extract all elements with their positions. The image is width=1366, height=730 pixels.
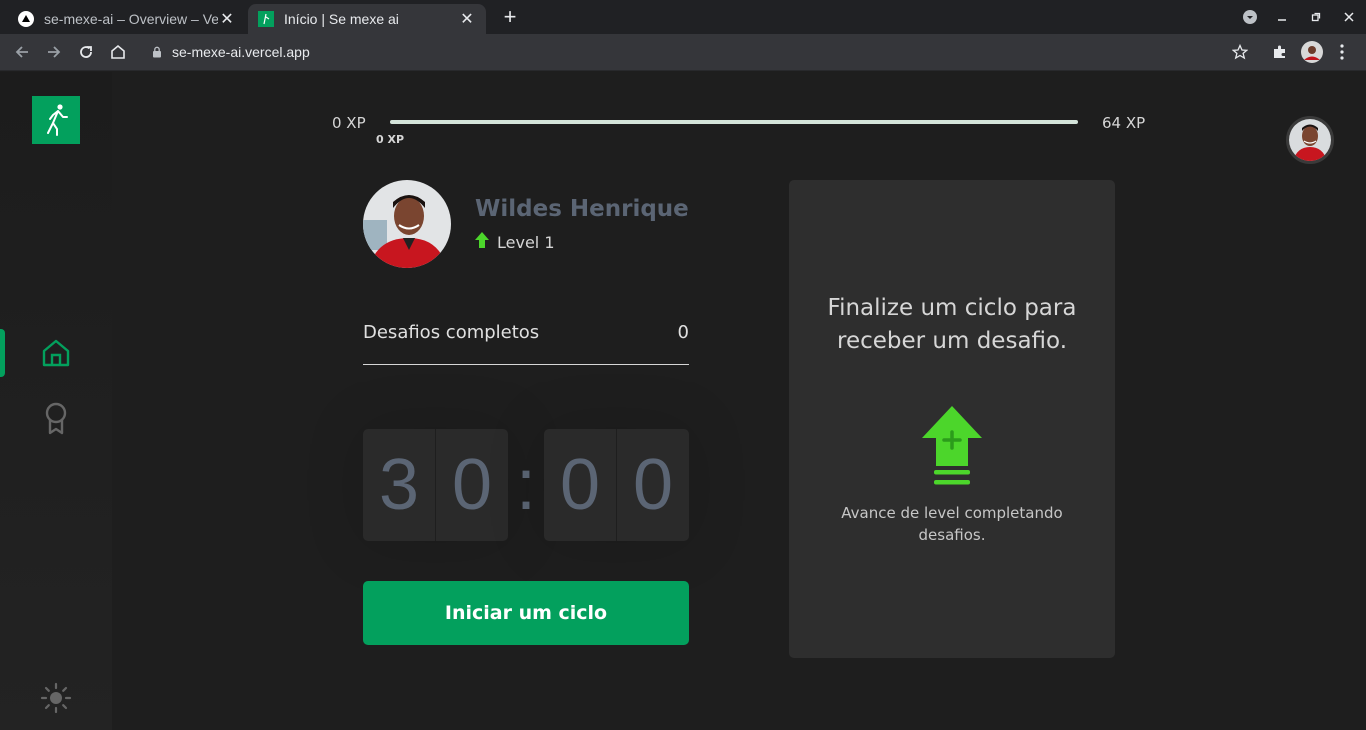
level-up-icon [921, 404, 983, 488]
browser-tab-strip: se-mexe-ai – Overview – Vercel ✕ Início … [0, 0, 1366, 34]
countdown-minutes: 3 0 [363, 429, 508, 541]
completed-challenges-label: Desafios completos [363, 322, 540, 343]
home-browser-icon[interactable] [106, 40, 130, 64]
profile-name: Wildes Henrique [475, 196, 689, 222]
back-arrow-icon[interactable] [10, 40, 34, 64]
address-bar[interactable]: se-mexe-ai.vercel.app [140, 37, 1218, 67]
vercel-triangle-icon [18, 11, 34, 27]
app-logo[interactable] [32, 96, 80, 144]
countdown-digit: 0 [632, 445, 674, 525]
completed-challenges-count: 0 [677, 322, 689, 343]
tab-vercel-overview[interactable]: se-mexe-ai – Overview – Vercel ✕ [8, 4, 246, 34]
extensions-puzzle-icon[interactable] [1268, 40, 1292, 64]
lock-icon [152, 43, 162, 62]
start-cycle-button[interactable]: Iniciar um ciclo [363, 581, 689, 645]
level-label: Level 1 [497, 232, 555, 252]
browser-menu-icon[interactable] [1330, 40, 1354, 64]
countdown-seconds: 0 0 [544, 429, 689, 541]
close-tab-icon[interactable]: ✕ [458, 10, 476, 28]
xp-progress-track [390, 120, 1078, 124]
forward-arrow-icon[interactable] [42, 40, 66, 64]
restore-icon[interactable] [1306, 7, 1326, 27]
challenge-box-title: Finalize um ciclo para receber um desafi… [827, 295, 1077, 354]
reload-icon[interactable] [74, 40, 98, 64]
active-nav-indicator [0, 329, 5, 377]
countdown-timer: 3 0 : 0 0 [363, 429, 689, 541]
bookmark-star-icon[interactable] [1228, 40, 1252, 64]
close-window-icon[interactable] [1339, 7, 1359, 27]
xp-min-label: 0 XP [332, 114, 366, 132]
profile-level: Level 1 [475, 232, 555, 252]
completed-challenges: Desafios completos 0 [363, 322, 689, 365]
tab-title: se-mexe-ai – Overview – Vercel [44, 11, 218, 27]
challenge-box: Finalize um ciclo para receber um desafi… [789, 180, 1115, 658]
app-logo-icon [258, 11, 274, 27]
new-tab-button[interactable]: + [498, 6, 522, 30]
countdown-digit: 0 [544, 429, 617, 541]
experience-bar: 0 XP 0 XP 64 XP [330, 112, 1150, 152]
xp-current-label: 0 XP [376, 133, 405, 146]
countdown-separator: : [515, 445, 536, 525]
tab-search-icon[interactable] [1240, 7, 1260, 27]
minimize-icon[interactable] [1272, 7, 1292, 27]
browser-toolbar: se-mexe-ai.vercel.app [0, 34, 1366, 71]
countdown-digit: 3 [363, 429, 436, 541]
xp-max-label: 64 XP [1102, 114, 1146, 132]
home-icon[interactable] [40, 337, 72, 369]
sidebar [0, 72, 112, 730]
close-tab-icon[interactable]: ✕ [218, 10, 236, 28]
url-text: se-mexe-ai.vercel.app [172, 44, 310, 60]
runner-logo-icon [47, 104, 68, 136]
user-avatar[interactable] [1286, 116, 1334, 164]
award-icon[interactable] [40, 401, 72, 435]
browser-profile-avatar[interactable] [1300, 40, 1324, 64]
app-root: 0 XP 0 XP 64 XP Wildes Henrique Level 1 … [0, 72, 1366, 730]
sun-icon[interactable] [40, 682, 72, 714]
tab-se-mexe-ai[interactable]: Início | Se mexe ai ✕ [248, 4, 486, 34]
challenge-box-description: Avance de level completando desafios. [841, 504, 1063, 544]
profile-avatar [363, 180, 451, 268]
countdown-digit: 0 [451, 445, 493, 525]
level-up-arrow-icon [475, 232, 489, 252]
tab-title: Início | Se mexe ai [284, 11, 399, 27]
